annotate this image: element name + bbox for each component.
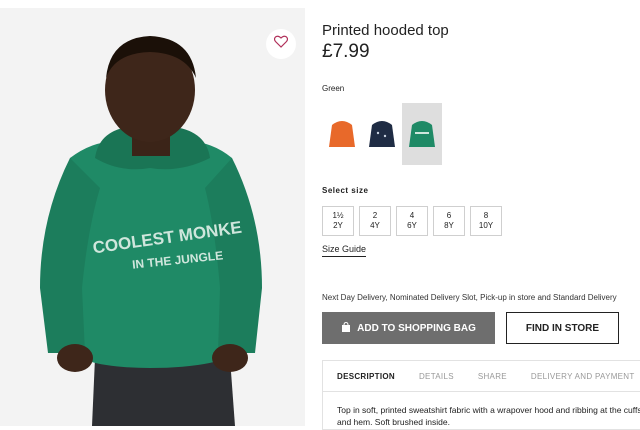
size-options: 1½ 2Y 2 4Y 4 6Y 6 8Y 8 10Y (322, 206, 502, 236)
product-title: Printed hooded top (322, 22, 449, 39)
size-age: 6 (446, 211, 452, 220)
tab-bar: DESCRIPTION DETAILS SHARE DELIVERY AND P… (337, 372, 640, 381)
size-guide-link[interactable]: Size Guide (322, 244, 367, 257)
swatch-navy[interactable] (362, 103, 402, 165)
swatch-orange[interactable] (322, 103, 362, 165)
delivery-info: Next Day Delivery, Nominated Delivery Sl… (322, 293, 617, 302)
hoodie-thumbnail-icon (329, 121, 355, 147)
swatch-green[interactable] (402, 103, 442, 165)
shopping-bag-icon (341, 321, 351, 335)
add-to-bag-button[interactable]: ADD TO SHOPPING BAG (322, 312, 495, 344)
size-option[interactable]: 6 8Y (433, 206, 465, 236)
heart-icon (273, 35, 289, 53)
size-age: 4 (409, 211, 415, 220)
size-years: 10Y (478, 221, 494, 230)
size-years: 2Y (333, 221, 343, 230)
select-size-label: Select size (322, 186, 369, 195)
size-age: 8 (483, 211, 489, 220)
tab-details[interactable]: DETAILS (419, 372, 454, 381)
product-tabs-panel: DESCRIPTION DETAILS SHARE DELIVERY AND P… (322, 360, 640, 430)
size-option[interactable]: 1½ 2Y (322, 206, 354, 236)
size-years: 4Y (370, 221, 380, 230)
size-option[interactable]: 2 4Y (359, 206, 391, 236)
size-years: 8Y (444, 221, 454, 230)
tab-divider (323, 391, 640, 392)
product-description: Top in soft, printed sweatshirt fabric w… (337, 405, 640, 427)
wishlist-button[interactable] (266, 29, 296, 59)
size-age: 1½ (332, 211, 344, 220)
size-option[interactable]: 8 10Y (470, 206, 502, 236)
tab-delivery-payment[interactable]: DELIVERY AND PAYMENT (531, 372, 635, 381)
size-option[interactable]: 4 6Y (396, 206, 428, 236)
size-years: 6Y (407, 221, 417, 230)
color-swatches (322, 103, 442, 165)
add-to-bag-label: ADD TO SHOPPING BAG (357, 322, 476, 334)
product-info-panel: Printed hooded top £7.99 Green Select si… (322, 0, 640, 430)
tab-description[interactable]: DESCRIPTION (337, 372, 395, 381)
product-image: COOLEST MONKE IN THE JUNGLE (0, 8, 305, 426)
model-illustration: COOLEST MONKE IN THE JUNGLE (0, 8, 305, 426)
product-price: £7.99 (322, 41, 370, 62)
hoodie-thumbnail-icon (369, 121, 395, 147)
find-in-store-button[interactable]: FIND IN STORE (506, 312, 619, 344)
selected-color-label: Green (322, 84, 345, 93)
hoodie-thumbnail-icon (409, 121, 435, 147)
tab-share[interactable]: SHARE (478, 372, 507, 381)
size-age: 2 (372, 211, 378, 220)
